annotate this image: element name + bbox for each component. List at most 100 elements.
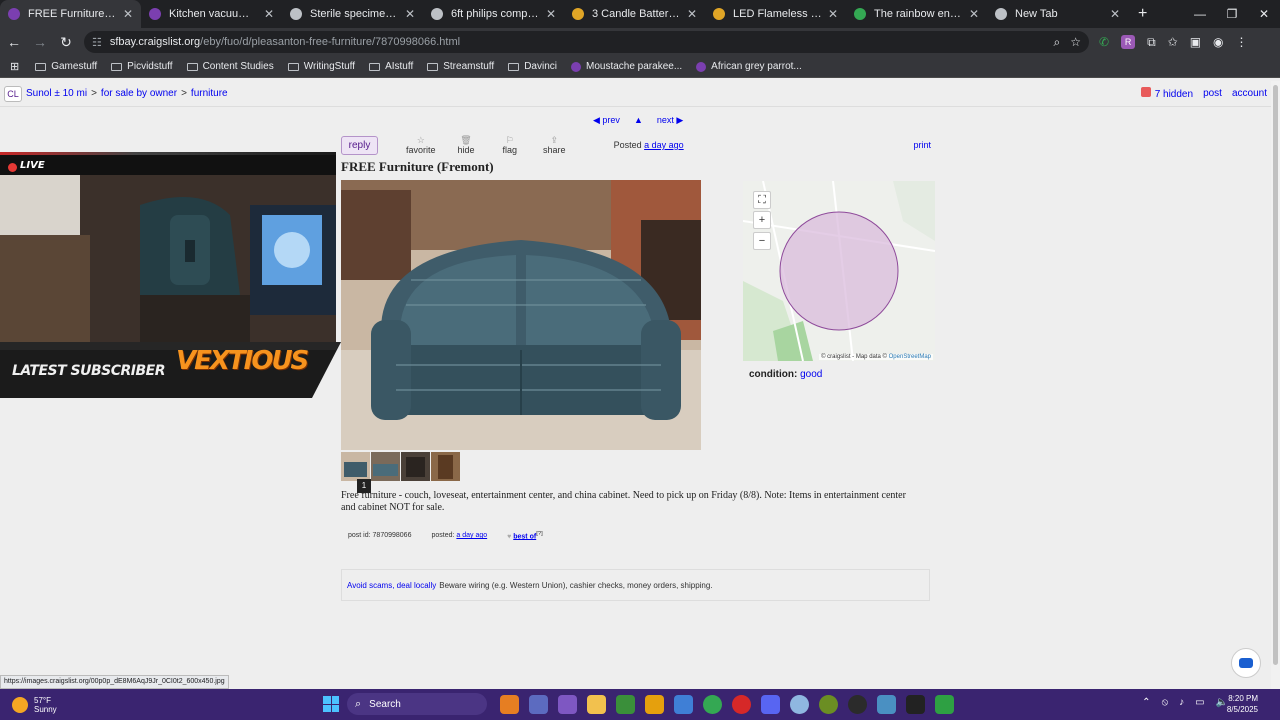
bookmark-folder[interactable]: Content Studies [186, 61, 274, 72]
close-icon[interactable]: ✕ [405, 7, 415, 21]
close-icon[interactable]: ✕ [123, 7, 133, 21]
obs-icon[interactable] [848, 695, 867, 714]
close-icon[interactable]: ✕ [687, 7, 697, 21]
radar-app-icon[interactable] [819, 695, 838, 714]
fullscreen-icon[interactable]: ⛶ [753, 191, 771, 209]
plus-icon[interactable]: + [1128, 0, 1157, 28]
bookmark-folder[interactable]: Picvidstuff [111, 61, 173, 72]
next-link[interactable]: next ▶ [657, 115, 683, 126]
hidden-posts-link[interactable]: 7 hidden [1140, 87, 1193, 100]
phone-extension-icon[interactable]: ✆ [1099, 35, 1109, 49]
zoom-icon[interactable]: ⌕ [1054, 35, 1061, 50]
bookmark-link[interactable]: African grey parrot... [696, 61, 802, 72]
thumbnail-loveseat[interactable] [341, 452, 370, 481]
gt-app-icon[interactable] [732, 695, 751, 714]
file-explorer-icon[interactable] [587, 695, 606, 714]
star-icon[interactable]: ☆ [1070, 35, 1081, 50]
openstreetmap-link[interactable]: OpenStreetMap [889, 354, 931, 360]
display-icon[interactable]: ▭ [1195, 697, 1204, 708]
thumbnail-entertainment-center[interactable] [401, 452, 430, 481]
taskbar-clock[interactable]: 8:20 PM 8/5/2025 [1227, 693, 1258, 715]
prev-link[interactable]: ◀ prev [593, 115, 620, 126]
breadcrumb-for-sale-by-owner[interactable]: for sale by owner [101, 88, 177, 99]
reply-button[interactable]: reply [341, 135, 378, 155]
up-link[interactable]: ▲ [634, 115, 643, 126]
wifi-off-icon[interactable]: ⦸ [1162, 697, 1169, 708]
hide-button[interactable]: 🗑 hide [458, 135, 475, 155]
chrome-icon[interactable] [703, 695, 722, 714]
bookmarks-star-icon[interactable]: ✩ [1168, 35, 1178, 49]
sidepanel-icon[interactable]: ▣ [1190, 35, 1201, 49]
reload-icon[interactable]: ↻ [54, 34, 78, 51]
close-icon[interactable]: ✕ [969, 7, 979, 21]
widgets-icon[interactable] [500, 695, 519, 714]
close-icon[interactable]: ✕ [546, 7, 556, 21]
microphone-icon[interactable]: ♪ [1179, 697, 1184, 708]
r-extension-icon[interactable]: R [1121, 35, 1136, 49]
address-bar[interactable]: ☷ sfbay.craigslist.org /eby/fuo/d/pleasa… [84, 31, 1089, 53]
profile-avatar-icon[interactable]: ◉ [1213, 35, 1223, 49]
best-of-help[interactable]: [?] [536, 531, 542, 537]
tab-candle-battery[interactable]: 3 Candle Battery Operated ✕ [564, 0, 705, 28]
flag-button[interactable]: ⚐ flag [503, 135, 518, 155]
tab-specimen-cups[interactable]: Sterile specimen cups que ✕ [282, 0, 423, 28]
breadcrumb-furniture[interactable]: furniture [191, 88, 228, 99]
tab-vacuum-sealer[interactable]: Kitchen vacuum sealer - fr ✕ [141, 0, 282, 28]
minimize-icon[interactable]: — [1184, 0, 1216, 28]
tab-led-candles[interactable]: LED Flameless Candles Wa ✕ [705, 0, 846, 28]
condition-value[interactable]: good [800, 369, 822, 380]
zoom-in-button[interactable]: + [753, 211, 771, 229]
bookmark-folder[interactable]: Davinci [508, 61, 557, 72]
task-view-icon[interactable] [529, 695, 548, 714]
close-window-icon[interactable]: ✕ [1248, 0, 1280, 28]
listing-photo[interactable] [341, 180, 701, 450]
minecraft-icon[interactable] [616, 695, 635, 714]
store-icon[interactable] [674, 695, 693, 714]
breadcrumb-location[interactable]: Sunol ± 10 mi [26, 88, 87, 99]
copilot-icon[interactable] [558, 695, 577, 714]
davinci-icon[interactable] [877, 695, 896, 714]
sticky-notes-icon[interactable] [645, 695, 664, 714]
tab-rainbow-english[interactable]: The rainbow english pictu ✕ [846, 0, 987, 28]
site-info-icon[interactable]: ☷ [92, 36, 102, 49]
chat-icon[interactable] [1231, 648, 1261, 678]
tab-craigslist-furniture[interactable]: FREE Furniture - furniture ✕ [0, 0, 141, 28]
thumbnail-couch[interactable] [371, 452, 400, 481]
close-icon[interactable]: ✕ [264, 7, 274, 21]
weather-widget[interactable]: 57°F Sunny [12, 696, 57, 714]
restore-icon[interactable]: ❐ [1216, 0, 1248, 28]
apps-grid-icon[interactable]: ⊞ [10, 60, 19, 73]
network-app-icon[interactable] [790, 695, 809, 714]
thumbnail-china-cabinet[interactable] [431, 452, 460, 481]
bookmark-folder[interactable]: Streamstuff [427, 61, 494, 72]
location-map[interactable]: ⛶ + − © craigslist - Map data © OpenStre… [743, 181, 935, 361]
discord-icon[interactable] [761, 695, 780, 714]
avoid-scams-link[interactable]: Avoid scams, deal locally [347, 581, 436, 590]
code-app-icon[interactable] [935, 695, 954, 714]
bookmark-folder[interactable]: WritingStuff [287, 61, 355, 72]
post-link[interactable]: post [1203, 88, 1222, 99]
bookmark-link[interactable]: Moustache parakee... [570, 61, 682, 72]
forward-arrow-icon[interactable]: → [28, 34, 52, 50]
tab-component-cable[interactable]: 6ft philips component cab ✕ [423, 0, 564, 28]
puzzle-icon[interactable]: ⧉ [1147, 35, 1156, 50]
bookmark-folder[interactable]: Gamestuff [35, 61, 97, 72]
bookmark-folder[interactable]: AIstuff [369, 61, 413, 72]
menu-dots-icon[interactable]: ⋮ [1236, 35, 1248, 49]
page-scrollbar[interactable] [1271, 81, 1280, 689]
print-link[interactable]: print [913, 140, 931, 150]
share-button[interactable]: ⇪ share [543, 135, 566, 155]
account-link[interactable]: account [1232, 88, 1267, 99]
windows-start-icon[interactable] [323, 696, 339, 712]
scrollbar-thumb[interactable] [1273, 85, 1278, 665]
close-icon[interactable]: ✕ [828, 7, 838, 21]
best-of-link[interactable]: ♥ best of[?] [507, 531, 543, 540]
favorite-button[interactable]: ☆ favorite [406, 135, 436, 155]
back-arrow-icon[interactable]: ← [2, 34, 26, 50]
streamdeck-icon[interactable] [906, 695, 925, 714]
close-icon[interactable]: ✕ [1110, 7, 1120, 21]
tab-new-tab[interactable]: New Tab ✕ [987, 0, 1128, 28]
craigslist-logo[interactable]: CL [4, 85, 22, 102]
zoom-out-button[interactable]: − [753, 232, 771, 250]
chevron-up-icon[interactable]: ⌃ [1142, 697, 1150, 708]
